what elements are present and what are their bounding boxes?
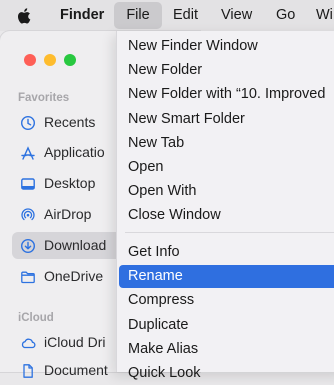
menubar-finder[interactable]: Finder bbox=[60, 0, 104, 31]
menu-item-rename[interactable]: Rename bbox=[119, 265, 334, 288]
menu-item-label: Make Alias bbox=[128, 341, 199, 357]
folder-icon bbox=[21, 271, 35, 284]
menu-item-label: Open With bbox=[128, 183, 197, 199]
menubar-go[interactable]: Go bbox=[276, 0, 295, 31]
minimize-window-button[interactable] bbox=[44, 54, 56, 66]
sidebar-item-onedrive[interactable]: OneDrive bbox=[12, 263, 122, 290]
menubar-window[interactable]: Wi bbox=[316, 0, 333, 31]
sidebar-item-desktop[interactable]: Desktop bbox=[12, 170, 122, 197]
favorites-heading: Favorites bbox=[18, 92, 70, 104]
menu-item-compress[interactable]: Compress bbox=[117, 289, 334, 312]
downloads-icon bbox=[20, 238, 36, 254]
menu-item-label: Duplicate bbox=[128, 317, 189, 333]
menu-item-label: Quick Look bbox=[128, 365, 201, 381]
sidebar-item-icloud-drive[interactable]: iCloud Dri bbox=[12, 329, 122, 356]
menubar-file[interactable]: File bbox=[114, 2, 162, 29]
sidebar-item-airdrop[interactable]: AirDrop bbox=[12, 201, 122, 228]
menu-item-open-with[interactable]: Open With bbox=[117, 180, 334, 203]
menu-item-label: New Folder bbox=[128, 62, 203, 78]
menu-item-label: New Folder with “10. Improved bbox=[128, 86, 326, 102]
menu-item-open[interactable]: Open bbox=[117, 156, 334, 179]
menu-item-label: New Tab bbox=[128, 135, 185, 151]
sidebar-item-label: AirDrop bbox=[44, 206, 92, 222]
sidebar-item-label: Document bbox=[44, 362, 108, 378]
sidebar-item-label: Download bbox=[44, 237, 107, 253]
menu-item-label: New Finder Window bbox=[128, 38, 258, 54]
icloud-heading: iCloud bbox=[18, 312, 54, 324]
menu-item-make-alias[interactable]: Make Alias bbox=[117, 338, 334, 361]
menu-item-new-smart-folder[interactable]: New Smart Folder bbox=[117, 108, 334, 131]
apple-logo-icon bbox=[17, 8, 31, 24]
sidebar-item-recents[interactable]: Recents bbox=[12, 109, 122, 136]
zoom-window-button[interactable] bbox=[64, 54, 76, 66]
menu-item-label: Close Window bbox=[128, 207, 221, 223]
close-window-button[interactable] bbox=[24, 54, 36, 66]
menu-item-label: Rename bbox=[128, 268, 183, 284]
menu-item-new-folder[interactable]: New Folder bbox=[117, 59, 334, 82]
menubar-view[interactable]: View bbox=[221, 0, 252, 31]
menu-item-new-finder-window[interactable]: New Finder Window bbox=[117, 35, 334, 58]
desktop-icon bbox=[21, 178, 35, 190]
menu-bar: Finder File Edit View Go Wi bbox=[0, 0, 334, 31]
sidebar-item-label: OneDrive bbox=[44, 268, 104, 284]
menu-item-label: New Smart Folder bbox=[128, 111, 245, 127]
menu-item-close-window[interactable]: Close Window bbox=[117, 204, 334, 227]
menu-item-get-info[interactable]: Get Info bbox=[117, 241, 334, 264]
clock-icon bbox=[20, 115, 36, 131]
menu-item-label: Compress bbox=[128, 292, 195, 308]
applications-icon bbox=[21, 146, 35, 160]
menu-separator bbox=[125, 232, 334, 233]
sidebar-item-applications[interactable]: Applicatio bbox=[12, 139, 122, 166]
apple-menu[interactable] bbox=[17, 0, 37, 31]
sidebar-item-label: Applicatio bbox=[44, 144, 105, 160]
sidebar-item-documents[interactable]: Document bbox=[12, 357, 122, 384]
menu-item-new-tab[interactable]: New Tab bbox=[117, 132, 334, 155]
menu-item-quick-look[interactable]: Quick Look bbox=[117, 362, 334, 385]
airdrop-icon bbox=[21, 208, 35, 221]
sidebar-item-label: Recents bbox=[44, 114, 96, 130]
menu-item-new-folder-with-selection[interactable]: New Folder with “10. Improved bbox=[117, 83, 334, 106]
file-menu: New Finder Window New Folder New Folder … bbox=[116, 31, 334, 381]
document-icon bbox=[23, 364, 33, 378]
menubar-edit[interactable]: Edit bbox=[173, 0, 198, 31]
cloud-icon bbox=[21, 338, 36, 349]
sidebar-item-downloads[interactable]: Download bbox=[12, 232, 122, 259]
menu-item-label: Open bbox=[128, 159, 164, 175]
sidebar-item-label: iCloud Dri bbox=[44, 334, 106, 350]
menu-item-duplicate[interactable]: Duplicate bbox=[117, 314, 334, 337]
sidebar-item-label: Desktop bbox=[44, 175, 96, 191]
menu-item-label: Get Info bbox=[128, 244, 180, 260]
